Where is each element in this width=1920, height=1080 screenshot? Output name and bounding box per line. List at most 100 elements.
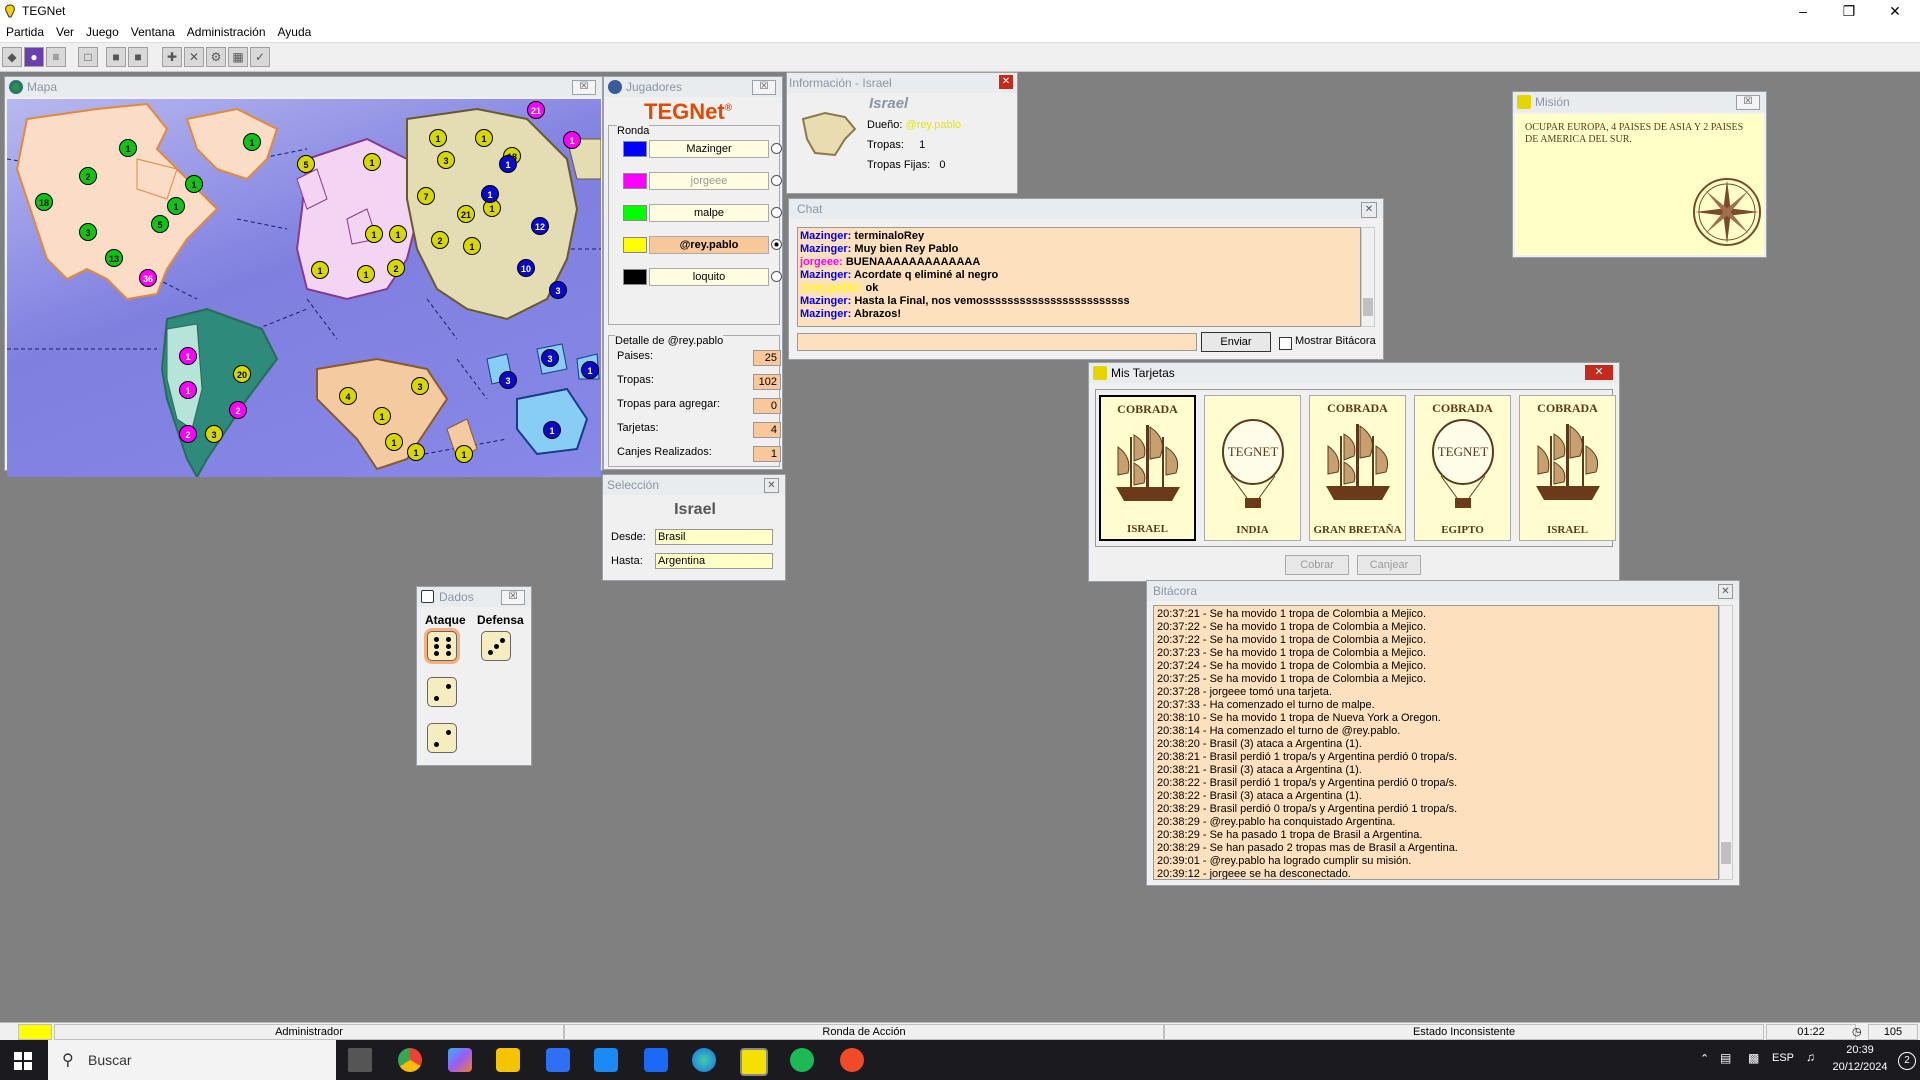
tray-chevron-icon[interactable]: ⌃ bbox=[1700, 1052, 1709, 1065]
troop-marker[interactable]: 36 bbox=[139, 269, 157, 287]
troop-marker[interactable]: 20 bbox=[233, 365, 251, 383]
attack-icon[interactable]: ✕ bbox=[184, 47, 204, 67]
troop-marker[interactable]: 5 bbox=[297, 155, 315, 173]
log-entries[interactable]: 20:37:21 - Se ha movido 1 tropa de Colom… bbox=[1153, 605, 1719, 880]
troop-marker[interactable]: 1 bbox=[429, 129, 447, 147]
troop-marker[interactable]: 2 bbox=[79, 167, 97, 185]
chat-messages[interactable]: Mazinger: terminaloRey Mazinger: Muy bien… bbox=[797, 227, 1361, 327]
dice-close-button[interactable]: ☒ bbox=[501, 590, 525, 605]
troop-marker[interactable]: 3 bbox=[499, 371, 517, 389]
country-card[interactable]: COBRADA ISRAEL bbox=[1519, 395, 1616, 541]
troop-marker[interactable]: 1 bbox=[185, 175, 203, 193]
ea-icon[interactable] bbox=[840, 1048, 864, 1072]
troop-marker[interactable]: 1 bbox=[455, 445, 473, 463]
minimize-button[interactable]: – bbox=[1780, 0, 1826, 22]
country-card[interactable]: COBRADA GRAN BRETAÑA bbox=[1309, 395, 1406, 541]
show-log-checkbox[interactable] bbox=[1279, 337, 1292, 350]
chat-scroll-thumb[interactable] bbox=[1363, 298, 1373, 316]
troop-marker[interactable]: 3 bbox=[205, 425, 223, 443]
troop-marker[interactable]: 1 bbox=[407, 443, 425, 461]
add-troops-icon[interactable]: ✚ bbox=[162, 47, 182, 67]
edge-icon[interactable] bbox=[692, 1048, 716, 1072]
troop-marker[interactable]: 3 bbox=[549, 281, 567, 299]
troop-marker[interactable]: 1 bbox=[179, 381, 197, 399]
troop-marker[interactable]: 3 bbox=[411, 377, 429, 395]
list-icon[interactable]: ≡ bbox=[46, 47, 66, 67]
file-explorer-icon[interactable] bbox=[496, 1048, 520, 1072]
app-icon[interactable] bbox=[644, 1048, 668, 1072]
connect-icon[interactable]: ◆ bbox=[2, 47, 22, 67]
cards-icon[interactable]: ▦ bbox=[228, 47, 248, 67]
menu-ventana[interactable]: Ventana bbox=[125, 22, 181, 39]
collect-button[interactable]: Cobrar bbox=[1285, 555, 1349, 575]
troop-marker[interactable]: 1 bbox=[499, 155, 517, 173]
troop-marker[interactable]: 1 bbox=[385, 433, 403, 451]
windows-start-icon[interactable] bbox=[14, 1052, 32, 1070]
country-card[interactable]: COBRADA ISRAEL bbox=[1099, 395, 1196, 541]
troop-marker[interactable]: 1 bbox=[373, 407, 391, 425]
troop-marker[interactable]: 1 bbox=[481, 185, 499, 203]
settings-icon[interactable]: ⚙ bbox=[206, 47, 226, 67]
menu-administracion[interactable]: Administración bbox=[181, 22, 272, 39]
chrome-icon[interactable] bbox=[398, 1048, 422, 1072]
player-radio-selected[interactable] bbox=[771, 239, 782, 250]
to-field[interactable]: Argentina bbox=[655, 553, 773, 569]
troop-marker[interactable]: 2 bbox=[387, 259, 405, 277]
menu-partida[interactable]: Partida bbox=[0, 22, 50, 39]
document-icon[interactable]: □ bbox=[78, 47, 98, 67]
troop-marker[interactable]: 1 bbox=[365, 225, 383, 243]
troop-marker[interactable]: 1 bbox=[563, 131, 581, 149]
chat-scrollbar[interactable] bbox=[1361, 227, 1375, 327]
player-radio[interactable] bbox=[771, 271, 782, 282]
troop-marker[interactable]: 12 bbox=[531, 217, 549, 235]
menu-ver[interactable]: Ver bbox=[50, 22, 80, 39]
troop-marker[interactable]: 1 bbox=[311, 261, 329, 279]
info-close-button[interactable]: ✕ bbox=[999, 75, 1013, 89]
notification-badge[interactable]: 2 bbox=[1898, 1052, 1916, 1070]
player-radio[interactable] bbox=[771, 207, 782, 218]
task-view-icon[interactable] bbox=[348, 1048, 372, 1072]
player-radio[interactable] bbox=[771, 175, 782, 186]
tray-monitor-icon[interactable]: ▩ bbox=[1748, 1051, 1759, 1065]
spotify-icon[interactable] bbox=[790, 1048, 814, 1072]
troop-marker[interactable]: 1 bbox=[243, 133, 261, 151]
tray-date[interactable]: 20/12/2024 bbox=[1830, 1061, 1890, 1073]
troop-marker[interactable]: 1 bbox=[463, 237, 481, 255]
from-field[interactable]: Brasil bbox=[655, 529, 773, 545]
send-button[interactable]: Enviar bbox=[1201, 332, 1271, 352]
world-map[interactable]: 1121181531336511131872111121112111231021… bbox=[7, 99, 601, 477]
taskbar-search[interactable]: ⚲ Buscar bbox=[48, 1040, 336, 1080]
menu-juego[interactable]: Juego bbox=[80, 22, 125, 39]
troop-marker[interactable]: 2 bbox=[431, 231, 449, 249]
cards-close-button[interactable]: ✕ bbox=[1585, 365, 1613, 380]
troop-marker[interactable]: 1 bbox=[167, 197, 185, 215]
chat-input[interactable] bbox=[797, 333, 1197, 351]
country-card[interactable]: COBRADA TEGNET EGIPTO bbox=[1414, 395, 1511, 541]
player-row-loquito[interactable]: loquito bbox=[619, 268, 782, 286]
troop-marker[interactable]: 1 bbox=[475, 129, 493, 147]
store-icon[interactable] bbox=[546, 1048, 570, 1072]
check-icon[interactable]: ✓ bbox=[250, 47, 270, 67]
players-close-button[interactable]: ☒ bbox=[752, 80, 776, 95]
troop-marker[interactable]: 1 bbox=[119, 139, 137, 157]
player-row-mazinger[interactable]: Mazinger bbox=[619, 140, 782, 158]
map-close-button[interactable]: ☒ bbox=[572, 80, 596, 95]
troop-marker[interactable]: 1 bbox=[179, 347, 197, 365]
troop-marker[interactable]: 1 bbox=[389, 225, 407, 243]
troop-marker[interactable]: 1 bbox=[581, 361, 599, 379]
log-close-button[interactable]: ✕ bbox=[1718, 584, 1733, 599]
player-row-malpe[interactable]: malpe bbox=[619, 204, 782, 222]
menu-ayuda[interactable]: Ayuda bbox=[272, 22, 318, 39]
close-button[interactable]: ✕ bbox=[1872, 0, 1918, 22]
log-scrollbar[interactable] bbox=[1719, 605, 1733, 880]
player-radio[interactable] bbox=[771, 143, 782, 154]
troop-marker[interactable]: 21 bbox=[527, 101, 545, 119]
troop-marker[interactable]: 3 bbox=[541, 349, 559, 367]
troop-marker[interactable]: 2 bbox=[179, 425, 197, 443]
player-row-jorgeee[interactable]: jorgeee bbox=[619, 172, 782, 190]
log-scroll-thumb[interactable] bbox=[1721, 842, 1731, 864]
tray-clock[interactable]: 20:39 bbox=[1830, 1044, 1890, 1056]
copilot-icon[interactable] bbox=[448, 1048, 472, 1072]
player-row-rey-pablo[interactable]: @rey.pablo bbox=[619, 236, 782, 254]
troop-marker[interactable]: 7 bbox=[417, 187, 435, 205]
